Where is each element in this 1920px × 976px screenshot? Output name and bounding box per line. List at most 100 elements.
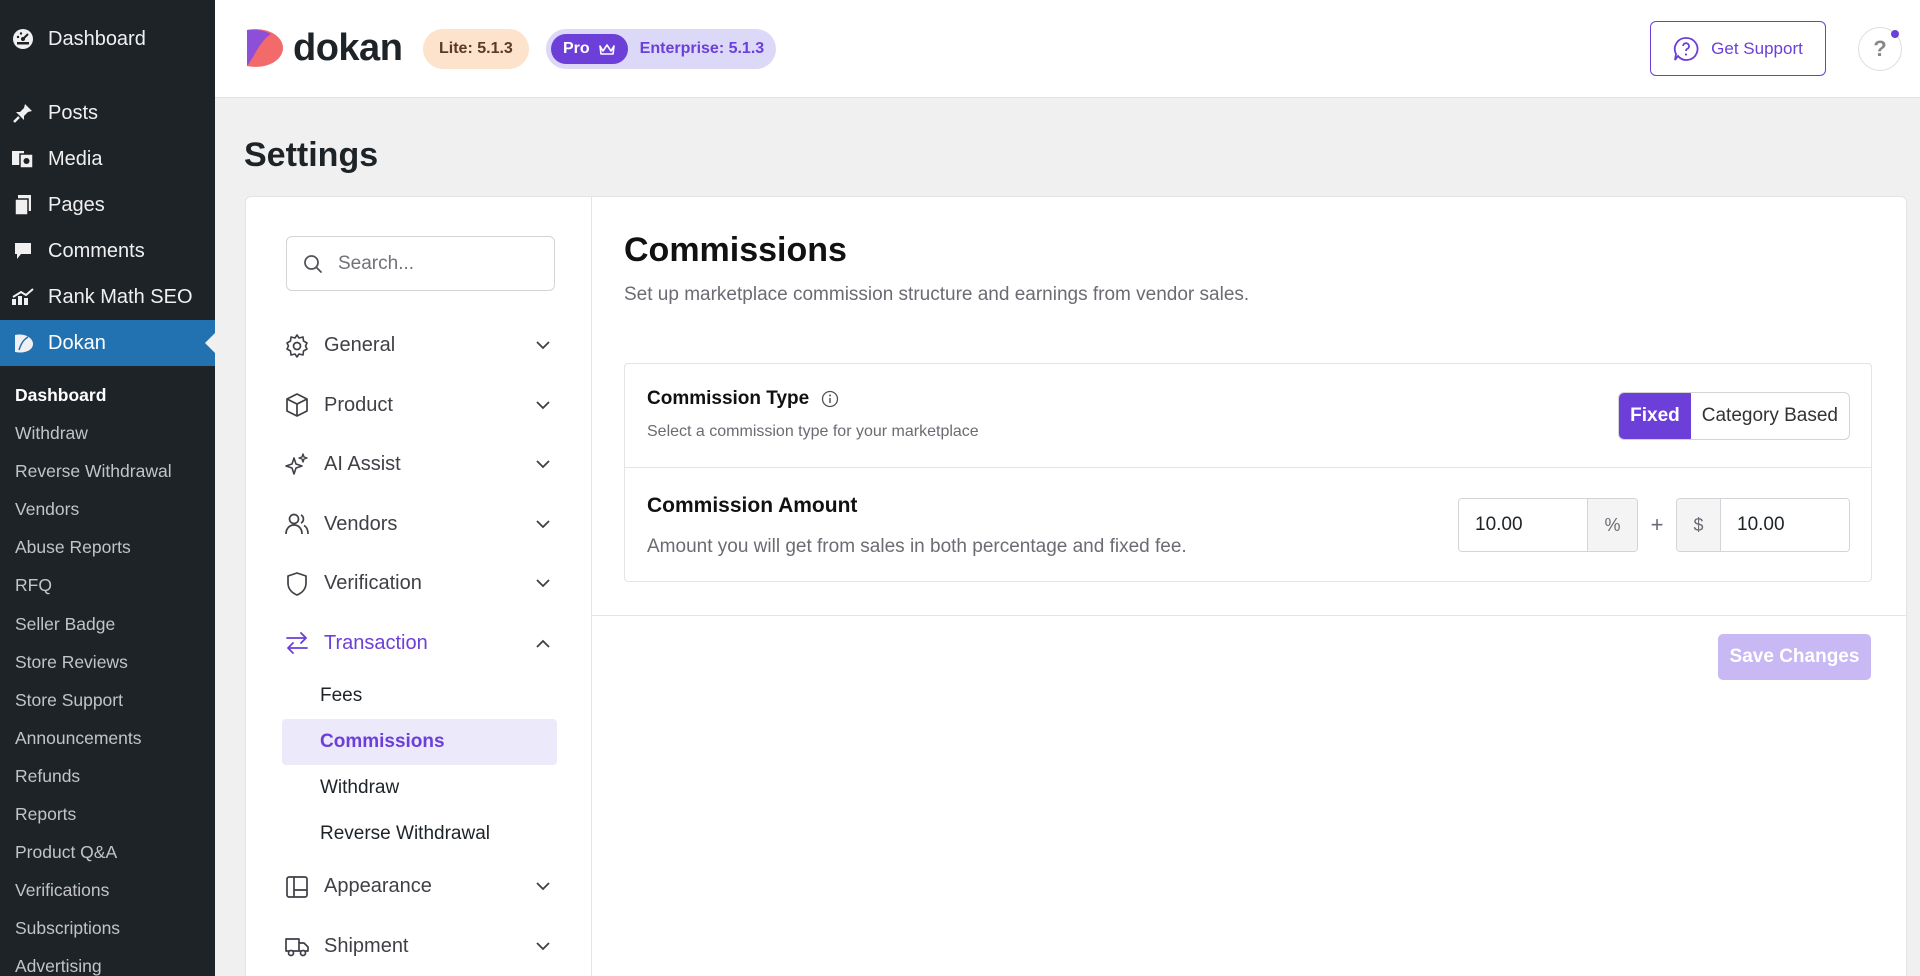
enterprise-label: Enterprise: 5.1.3: [639, 40, 765, 57]
search-icon: [304, 254, 322, 273]
dokan-logo-icon: [247, 29, 283, 67]
submenu-store-support[interactable]: Store Support: [0, 681, 215, 719]
chevron-down-icon: [533, 574, 553, 594]
wp-menu-media[interactable]: Media: [0, 136, 215, 182]
submenu-subscriptions[interactable]: Subscriptions: [0, 909, 215, 947]
gear-icon: [284, 333, 310, 359]
percentage-input[interactable]: [1459, 499, 1587, 551]
lite-version-badge: Lite: 5.1.3: [423, 29, 529, 69]
subnav-reverse-withdrawal[interactable]: Reverse Withdrawal: [282, 811, 557, 857]
nav-item-vendors[interactable]: Vendors: [282, 495, 557, 555]
commission-amount-inputs: % + $: [1458, 498, 1850, 552]
wp-admin-sidebar: Dashboard Posts Media Pages Comments Ran…: [0, 0, 215, 976]
submenu-verifications[interactable]: Verifications: [0, 871, 215, 909]
wp-menu-posts[interactable]: Posts: [0, 90, 215, 136]
commission-fields: Commission Type Select a commission type…: [624, 363, 1872, 582]
commission-amount-help: Amount you will get from sales in both p…: [647, 536, 1187, 557]
pro-version-badge: Pro Enterprise: 5.1.3: [546, 29, 777, 69]
help-button[interactable]: ?: [1858, 27, 1902, 71]
nav-label: AI Assist: [324, 453, 401, 476]
transaction-submenu: Fees Commissions Withdraw Reverse Withdr…: [282, 673, 557, 857]
save-changes-button[interactable]: Save Changes: [1718, 634, 1871, 680]
wp-menu-label: Rank Math SEO: [48, 285, 193, 308]
submenu-dashboard[interactable]: Dashboard: [0, 376, 215, 414]
nav-item-shipment[interactable]: Shipment: [282, 917, 557, 976]
crown-icon: [598, 44, 615, 55]
commission-type-help: Select a commission type for your market…: [647, 423, 979, 440]
submenu-withdraw[interactable]: Withdraw: [0, 414, 215, 452]
submenu-seller-badge[interactable]: Seller Badge: [0, 605, 215, 643]
fixed-fee-group: $: [1676, 498, 1850, 552]
support-chat-icon: [1674, 36, 1699, 61]
percentage-group: %: [1458, 498, 1638, 552]
subnav-withdraw[interactable]: Withdraw: [282, 765, 557, 811]
nav-item-appearance[interactable]: Appearance: [282, 857, 557, 917]
plus-sign: +: [1650, 512, 1664, 537]
info-icon[interactable]: [821, 390, 839, 408]
help-icon: ?: [1873, 36, 1887, 61]
wp-menu-label: Comments: [48, 239, 145, 262]
wp-menu-rank-math[interactable]: Rank Math SEO: [0, 274, 215, 320]
submenu-reverse-withdrawal[interactable]: Reverse Withdrawal: [0, 452, 215, 490]
settings-card: General Product AI Assist: [245, 196, 1907, 976]
nav-item-product[interactable]: Product: [282, 376, 557, 436]
nav-item-verification[interactable]: Verification: [282, 554, 557, 614]
wp-menu-comments[interactable]: Comments: [0, 228, 215, 274]
nav-label: Transaction: [324, 631, 428, 654]
chevron-down-icon: [533, 936, 553, 956]
search-input[interactable]: [338, 252, 538, 275]
comment-icon: [10, 238, 36, 264]
chevron-down-icon: [533, 514, 553, 534]
option-fixed[interactable]: Fixed: [1619, 393, 1691, 439]
subnav-fees[interactable]: Fees: [282, 673, 557, 719]
settings-nav-list: General Product AI Assist Vendors Verifi…: [282, 316, 557, 976]
dokan-header: dokan Lite: 5.1.3 Pro Enterprise: 5.1.3 …: [215, 0, 1920, 98]
nav-label: Vendors: [324, 512, 398, 535]
option-category-based[interactable]: Category Based: [1691, 393, 1849, 439]
chevron-down-icon: [533, 455, 553, 475]
submenu-product-qa[interactable]: Product Q&A: [0, 833, 215, 871]
submenu-refunds[interactable]: Refunds: [0, 757, 215, 795]
rank-math-icon: [10, 284, 36, 310]
pin-icon: [10, 100, 36, 126]
wp-menu-dashboard[interactable]: Dashboard: [0, 15, 215, 63]
dokan-icon: [10, 330, 36, 356]
box-icon: [284, 392, 310, 418]
submenu-announcements[interactable]: Announcements: [0, 719, 215, 757]
settings-search[interactable]: [286, 236, 555, 291]
submenu-store-reviews[interactable]: Store Reviews: [0, 643, 215, 681]
wp-menu-label: Posts: [48, 101, 99, 124]
logo-text: dokan: [293, 26, 403, 69]
sparkles-icon: [284, 452, 310, 478]
nav-label: Verification: [324, 572, 422, 595]
wp-menu-label: Dokan: [48, 331, 106, 354]
fixed-fee-input[interactable]: [1721, 499, 1849, 551]
get-support-button[interactable]: Get Support: [1650, 21, 1826, 76]
nav-item-general[interactable]: General: [282, 316, 557, 376]
submenu-vendors[interactable]: Vendors: [0, 490, 215, 528]
submenu-advertising[interactable]: Advertising: [0, 947, 215, 976]
currency-addon: $: [1677, 499, 1721, 551]
section-description: Set up marketplace commission structure …: [624, 284, 1250, 305]
chevron-down-icon: [533, 336, 553, 356]
wp-menu-pages[interactable]: Pages: [0, 182, 215, 228]
percent-addon: %: [1587, 499, 1637, 551]
commission-type-row: Commission Type Select a commission type…: [625, 364, 1871, 468]
media-icon: [10, 146, 36, 172]
subnav-commissions[interactable]: Commissions: [282, 719, 557, 765]
submenu-reports[interactable]: Reports: [0, 795, 215, 833]
nav-item-transaction[interactable]: Transaction: [282, 614, 557, 674]
layout-icon: [284, 874, 310, 900]
submenu-rfq[interactable]: RFQ: [0, 566, 215, 604]
wp-menu-label: Dashboard: [48, 27, 146, 50]
commission-amount-row: Commission Amount Amount you will get fr…: [625, 468, 1871, 582]
shield-icon: [284, 571, 310, 597]
submenu-abuse-reports[interactable]: Abuse Reports: [0, 528, 215, 566]
notification-dot: [1891, 30, 1899, 38]
pro-pill: Pro: [551, 34, 628, 64]
footer-divider: [592, 615, 1906, 616]
nav-label: Product: [324, 393, 393, 416]
commission-type-label: Commission Type: [647, 388, 839, 410]
nav-item-ai-assist[interactable]: AI Assist: [282, 435, 557, 495]
wp-menu-dokan[interactable]: Dokan: [0, 320, 215, 366]
